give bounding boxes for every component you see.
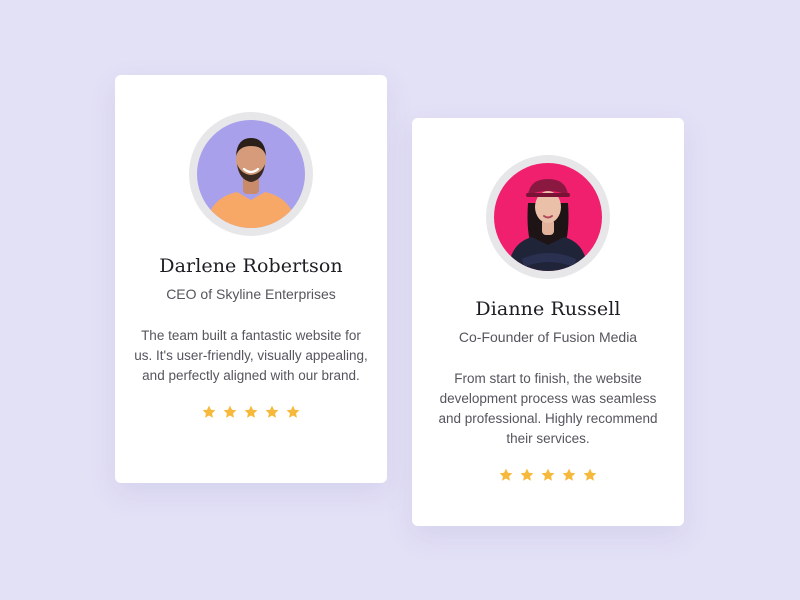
avatar-ring	[486, 155, 610, 279]
star-icon	[499, 468, 513, 481]
reviewer-role: CEO of Skyline Enterprises	[166, 286, 336, 302]
testimonial-card: Dianne Russell Co-Founder of Fusion Medi…	[412, 118, 684, 526]
testimonial-quote: The team built a fantastic website for u…	[134, 328, 368, 383]
testimonial-card: Darlene Robertson CEO of Skyline Enterpr…	[115, 75, 387, 483]
star-icon	[202, 405, 216, 418]
star-rating	[412, 467, 684, 483]
reviewer-name: Dianne Russell	[475, 298, 621, 320]
star-icon	[562, 468, 576, 481]
star-icon	[286, 405, 300, 418]
star-rating	[115, 404, 387, 420]
star-icon	[520, 468, 534, 481]
star-icon	[583, 468, 597, 481]
reviewer-name: Darlene Robertson	[159, 255, 343, 277]
reviewer-role: Co-Founder of Fusion Media	[458, 329, 638, 345]
avatar	[494, 163, 602, 271]
star-icon	[265, 405, 279, 418]
star-icon	[541, 468, 555, 481]
avatar	[197, 120, 305, 228]
avatar-ring	[189, 112, 313, 236]
star-icon	[223, 405, 237, 418]
testimonial-quote: From start to finish, the website develo…	[438, 371, 658, 446]
star-icon	[244, 405, 258, 418]
